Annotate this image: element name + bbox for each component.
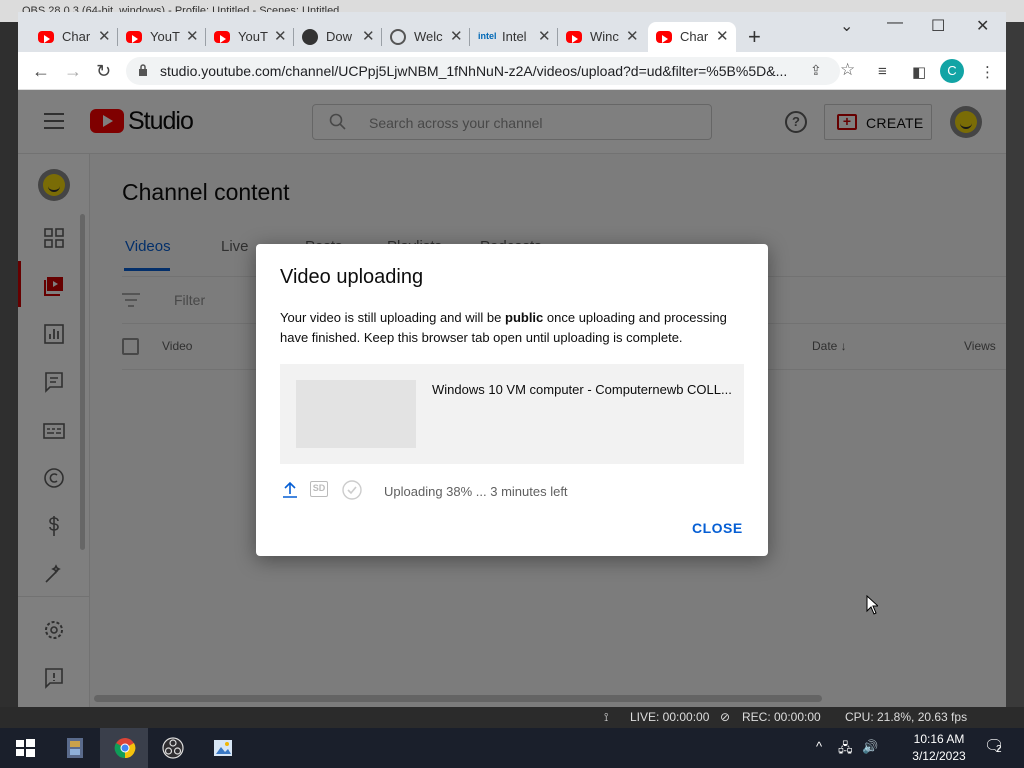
taskbar-film-app[interactable]	[50, 728, 98, 768]
upload-progress: SD Uploading 38% ... 3 minutes left	[280, 480, 744, 502]
globe-icon	[390, 29, 406, 45]
browser-tab[interactable]: Welc ✕	[382, 22, 470, 52]
visibility-public: public	[505, 310, 544, 325]
browser-tab[interactable]: Char ✕	[648, 22, 736, 52]
clock-time: 10:16 AM	[913, 732, 965, 746]
tab-title: YouT	[238, 29, 268, 44]
tab-title: Char	[680, 29, 709, 44]
browser-tab[interactable]: Char ✕	[30, 22, 118, 52]
browser-tab[interactable]: Dow ✕	[294, 22, 382, 52]
address-bar[interactable]: studio.youtube.com/channel/UCPpj5LjwNBM_…	[126, 57, 855, 85]
live-status: LIVE: 00:00:00	[630, 710, 710, 724]
youtube-icon	[214, 31, 230, 43]
bookmark-star-icon[interactable]: ☆	[840, 60, 855, 80]
sd-quality-icon: SD	[310, 481, 328, 497]
tab-close-icon[interactable]: ✕	[274, 27, 287, 45]
youtube-icon	[566, 31, 582, 43]
upload-arrow-icon	[283, 481, 297, 498]
chrome-icon	[114, 738, 136, 759]
taskbar-chrome[interactable]	[100, 728, 148, 768]
url-text: studio.youtube.com/channel/UCPpj5LjwNBM_…	[160, 63, 788, 79]
clock-date: 3/12/2023	[912, 749, 966, 763]
new-tab-button[interactable]: +	[748, 24, 761, 50]
tab-close-icon[interactable]: ✕	[538, 27, 551, 45]
system-clock[interactable]: 10:16 AM 3/12/2023	[900, 731, 978, 765]
image-viewer-icon	[214, 740, 232, 756]
tab-search-chevron-icon[interactable]: ⌄	[840, 16, 853, 36]
profile-avatar[interactable]: C	[940, 59, 964, 83]
more-menu-icon[interactable]: ⋮	[980, 63, 995, 81]
maximize-button[interactable]: ☐	[931, 16, 945, 36]
share-icon[interactable]: ⇪	[810, 62, 822, 79]
obs-right-panel	[1006, 22, 1024, 710]
dialog-title: Video uploading	[280, 266, 424, 288]
tab-title: Winc	[590, 29, 619, 44]
video-thumbnail	[296, 380, 416, 448]
tab-strip: Char ✕ YouT ✕ YouT ✕ Dow ✕ Welc ✕ intel Intel ✕ Winc ✕…	[18, 12, 1006, 52]
tab-title: Welc	[414, 29, 443, 44]
browser-tab[interactable]: Winc ✕	[558, 22, 646, 52]
minimize-button[interactable]: —	[887, 14, 903, 32]
film-icon	[67, 738, 83, 758]
close-button[interactable]: CLOSE	[692, 520, 743, 536]
obs-left-panel	[0, 22, 18, 710]
tab-title: Intel	[502, 29, 527, 44]
video-uploading-dialog: Video uploading Your video is still uplo…	[256, 244, 768, 556]
reading-list-icon[interactable]: ≡	[878, 63, 887, 80]
tab-close-icon[interactable]: ✕	[626, 27, 639, 45]
dialog-message: Your video is still uploading and will b…	[280, 310, 727, 345]
side-panel-icon[interactable]: ◧	[912, 63, 926, 81]
tab-title: YouT	[150, 29, 180, 44]
live-icon: ⟟	[604, 710, 609, 724]
video-title: Windows 10 VM computer - Computernewb CO…	[432, 382, 732, 397]
video-card: Windows 10 VM computer - Computernewb CO…	[280, 364, 744, 464]
forward-button[interactable]: →	[64, 61, 82, 82]
intel-icon: intel	[478, 31, 497, 41]
browser-tab[interactable]: YouT ✕	[206, 22, 294, 52]
browser-tab[interactable]: intel Intel ✕	[470, 22, 558, 52]
tab-title: Dow	[326, 29, 353, 44]
windows-logo-icon	[16, 739, 35, 757]
youtube-icon	[126, 31, 142, 43]
lock-icon	[139, 64, 147, 76]
show-hidden-icons-chevron-icon[interactable]: ^	[816, 739, 822, 754]
notification-center-icon[interactable]: 🗨 2	[984, 736, 1004, 756]
browser-tab[interactable]: YouT ✕	[118, 22, 206, 52]
obs-status-bar: ⟟ LIVE: 00:00:00 ⊘ REC: 00:00:00 CPU: 21…	[0, 707, 1024, 727]
mouse-cursor-icon	[866, 595, 878, 615]
tab-title: Char	[62, 29, 91, 44]
tab-close-icon[interactable]: ✕	[186, 27, 199, 45]
volume-icon[interactable]: 🔊	[862, 739, 878, 755]
start-button[interactable]	[0, 728, 48, 768]
checks-icon	[342, 480, 362, 500]
back-button[interactable]: ←	[32, 61, 50, 82]
network-icon[interactable]: 🖧	[838, 739, 853, 761]
tab-close-icon[interactable]: ✕	[362, 27, 375, 45]
rec-icon: ⊘	[720, 710, 731, 724]
rec-status: REC: 00:00:00	[742, 710, 821, 724]
progress-status-text: Uploading 38% ... 3 minutes left	[384, 484, 568, 499]
tab-close-icon[interactable]: ✕	[450, 27, 463, 45]
tab-close-icon[interactable]: ✕	[98, 27, 111, 45]
toolbar: ← → ↻ studio.youtube.com/channel/UCPpj5L…	[18, 52, 1006, 90]
cpu-status: CPU: 21.8%, 20.63 fps	[845, 710, 968, 724]
notification-count: 2	[996, 744, 1002, 755]
obs-icon	[162, 737, 184, 759]
tab-close-icon[interactable]: ✕	[716, 27, 729, 45]
taskbar-obs[interactable]	[148, 728, 196, 768]
youtube-icon	[38, 31, 54, 43]
close-window-button[interactable]: ✕	[976, 16, 989, 36]
taskbar-image-viewer[interactable]	[198, 728, 246, 768]
reload-button[interactable]: ↻	[96, 61, 111, 82]
youtube-icon	[656, 31, 672, 43]
windows-taskbar: ^ 🖧 🔊 10:16 AM 3/12/2023 🗨 2	[0, 728, 1024, 768]
obs-icon	[302, 29, 318, 45]
